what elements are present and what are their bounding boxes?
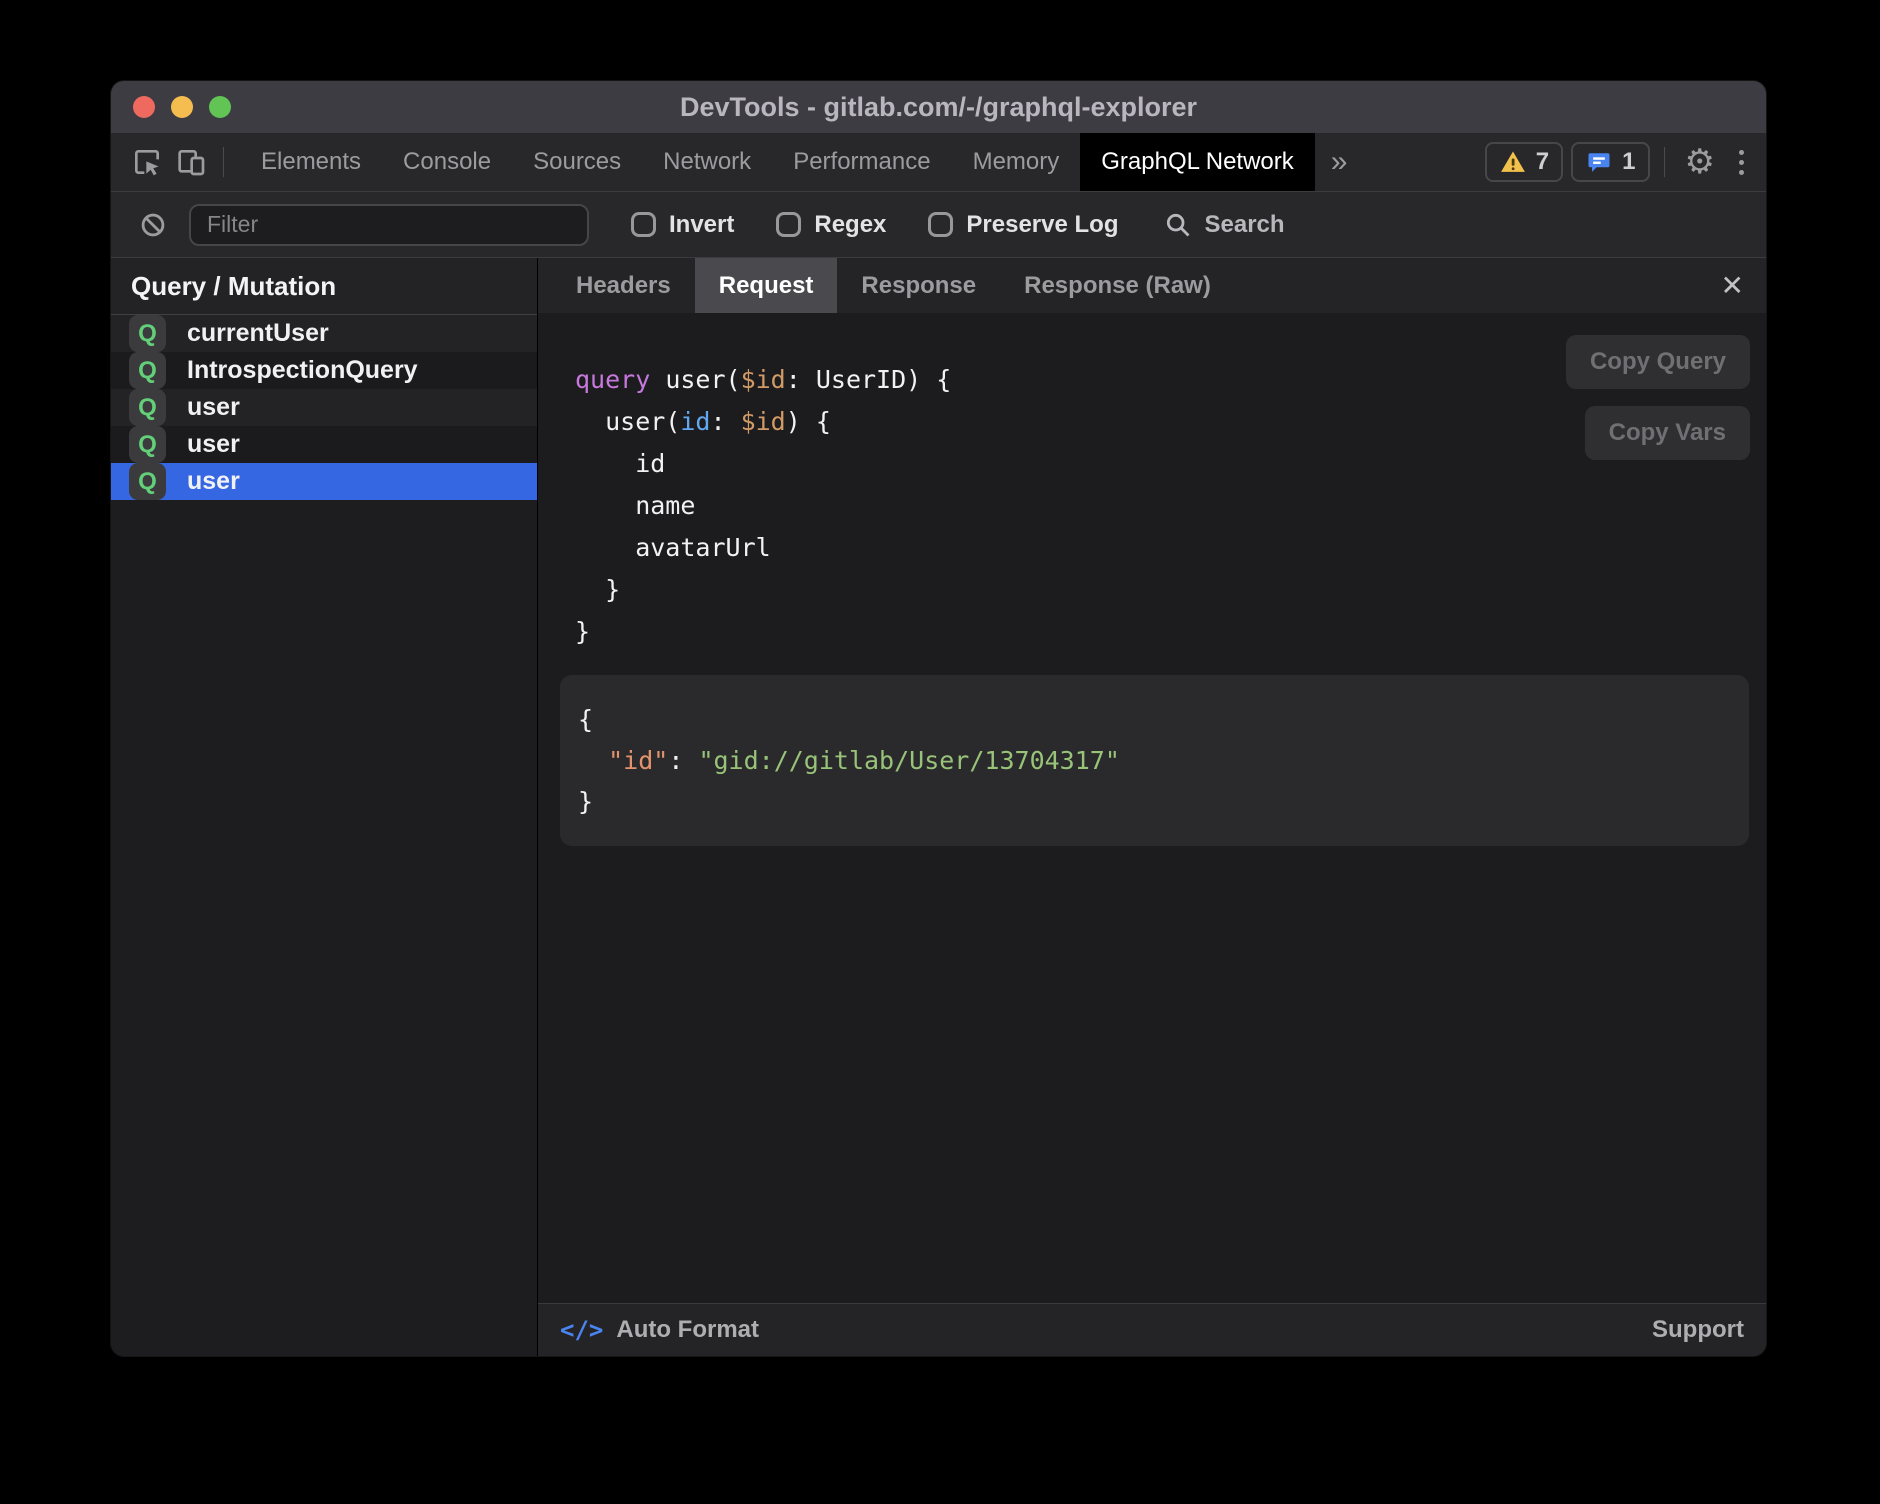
message-bubble-icon — [1585, 148, 1613, 176]
query-name-label: user — [187, 393, 240, 422]
filter-checkboxes: Invert Regex Preserve Log — [589, 211, 1118, 239]
status-badges: 7 1 — [1485, 142, 1650, 182]
code-line: } — [578, 781, 1749, 822]
more-tabs-chevron-icon[interactable]: » — [1315, 145, 1364, 179]
code-line: { — [578, 699, 1749, 740]
detail-footer: </> Auto Format Support — [538, 1303, 1766, 1356]
tab-memory[interactable]: Memory — [952, 133, 1081, 191]
clear-block-icon[interactable] — [131, 203, 175, 247]
device-toolbar-icon[interactable] — [169, 140, 213, 184]
query-list-item[interactable]: Quser — [111, 463, 537, 500]
query-list-item[interactable]: QcurrentUser — [111, 315, 537, 352]
detail-tab-response[interactable]: Response — [837, 258, 1000, 313]
tab-console[interactable]: Console — [382, 133, 512, 191]
support-link[interactable]: Support — [1652, 1316, 1744, 1344]
checkbox-preserve-log[interactable]: Preserve Log — [928, 211, 1118, 239]
preserve-log-checkbox-icon — [928, 212, 953, 237]
request-content: query user($id: UserID) { user(id: $id) … — [538, 313, 1766, 1303]
checkbox-regex[interactable]: Regex — [776, 211, 886, 239]
regex-checkbox-icon — [776, 212, 801, 237]
devtools-tabbar: ElementsConsoleSourcesNetworkPerformance… — [111, 133, 1766, 192]
search-label: Search — [1204, 211, 1284, 239]
auto-format-button[interactable]: Auto Format — [616, 1316, 759, 1344]
query-type-badge: Q — [129, 352, 166, 389]
query-type-badge: Q — [129, 463, 166, 500]
copy-vars-button[interactable]: Copy Vars — [1585, 406, 1750, 460]
request-detail-panel: HeadersRequestResponseResponse (Raw) ✕ q… — [538, 258, 1766, 1356]
detail-tab-response-raw[interactable]: Response (Raw) — [1000, 258, 1235, 313]
warnings-badge[interactable]: 7 — [1485, 142, 1563, 182]
close-detail-icon[interactable]: ✕ — [1721, 258, 1744, 313]
checkbox-invert[interactable]: Invert — [631, 211, 734, 239]
regex-checkbox-label: Regex — [814, 211, 886, 239]
query-list-item[interactable]: Quser — [111, 426, 537, 463]
inspect-element-icon[interactable] — [125, 140, 169, 184]
minimize-window-button[interactable] — [171, 96, 193, 118]
code-line: "id": "gid://gitlab/User/13704317" — [578, 740, 1749, 781]
kebab-menu-icon[interactable] — [1725, 150, 1758, 175]
search-control[interactable]: Search — [1164, 211, 1284, 239]
panel-tabs: ElementsConsoleSourcesNetworkPerformance… — [240, 133, 1315, 191]
screen: DevTools - gitlab.com/-/graphql-explorer… — [0, 0, 1880, 1504]
filter-input[interactable] — [189, 204, 589, 246]
tab-performance[interactable]: Performance — [772, 133, 951, 191]
tab-sources[interactable]: Sources — [512, 133, 642, 191]
query-type-badge: Q — [129, 426, 166, 463]
filter-toolbar: Invert Regex Preserve Log Search — [111, 192, 1766, 258]
query-name-label: user — [187, 430, 240, 459]
tab-network[interactable]: Network — [642, 133, 772, 191]
query-list-item[interactable]: Q IntrospectionQuery — [111, 352, 537, 389]
tab-elements[interactable]: Elements — [240, 133, 382, 191]
invert-checkbox-label: Invert — [669, 211, 734, 239]
query-list-item[interactable]: Quser — [111, 389, 537, 426]
query-list: QcurrentUserQIntrospectionQueryQuserQuse… — [111, 315, 537, 500]
warning-triangle-icon — [1499, 148, 1527, 176]
invert-checkbox-icon — [631, 212, 656, 237]
devtools-window: DevTools - gitlab.com/-/graphql-explorer… — [110, 80, 1767, 1357]
code-line: avatarUrl — [575, 527, 1766, 569]
query-name-label: user — [187, 467, 240, 496]
badges-divider — [1664, 147, 1665, 177]
tab-graphql-network[interactable]: GraphQL Network — [1080, 133, 1315, 191]
code-line: } — [575, 569, 1766, 611]
zoom-window-button[interactable] — [209, 96, 231, 118]
query-type-badge: Q — [129, 389, 166, 426]
copy-query-button[interactable]: Copy Query — [1566, 335, 1750, 389]
detail-tab-headers[interactable]: Headers — [552, 258, 695, 313]
query-type-badge: Q — [129, 315, 166, 352]
warnings-count: 7 — [1536, 148, 1549, 176]
query-list-panel: Query / Mutation QcurrentUserQIntrospect… — [111, 258, 538, 1356]
traffic-lights — [111, 96, 231, 118]
search-icon — [1164, 211, 1192, 239]
detail-tabs: HeadersRequestResponseResponse (Raw) ✕ — [538, 258, 1766, 313]
query-name-label: IntrospectionQuery — [187, 356, 418, 385]
code-line: name — [575, 485, 1766, 527]
toolbar-divider — [223, 147, 224, 177]
query-list-header: Query / Mutation — [111, 258, 537, 315]
main-split: Query / Mutation QcurrentUserQIntrospect… — [111, 258, 1766, 1356]
code-brackets-icon: </> — [560, 1316, 603, 1344]
titlebar: DevTools - gitlab.com/-/graphql-explorer — [111, 81, 1766, 133]
issues-count: 1 — [1622, 148, 1635, 176]
detail-tab-request[interactable]: Request — [695, 258, 838, 313]
query-name-label: currentUser — [187, 319, 329, 348]
copy-buttons: Copy Query Copy Vars — [1566, 335, 1750, 460]
code-line: } — [575, 611, 1766, 653]
issues-badge[interactable]: 1 — [1571, 142, 1649, 182]
preserve-log-checkbox-label: Preserve Log — [966, 211, 1118, 239]
variables-box: { "id": "gid://gitlab/User/13704317"} — [560, 675, 1749, 846]
window-title: DevTools - gitlab.com/-/graphql-explorer — [111, 92, 1766, 123]
close-window-button[interactable] — [133, 96, 155, 118]
settings-gear-icon[interactable]: ⚙ — [1675, 145, 1725, 179]
